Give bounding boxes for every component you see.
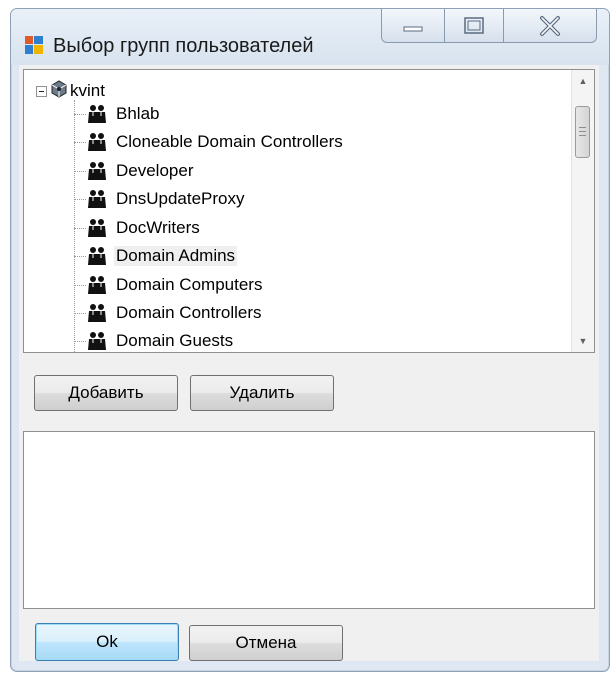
tree-item-label: DnsUpdateProxy (116, 189, 245, 208)
close-button[interactable] (503, 9, 597, 43)
tree-connector (74, 341, 86, 342)
tree-root-label: kvint (70, 81, 105, 100)
tree-item-label: Domain Admins (114, 246, 238, 266)
tree-connector (74, 171, 86, 172)
close-icon (540, 16, 560, 36)
dialog-window: Выбор групп пользователей kvint Bhlab Cl… (10, 8, 610, 672)
user-group-icon (88, 190, 106, 208)
window-title: Выбор групп пользователей (53, 35, 314, 57)
tree-item-label: Bhlab (116, 104, 160, 123)
maximize-button[interactable] (444, 9, 504, 43)
user-group-icon (88, 247, 106, 265)
tree-connector (74, 256, 86, 257)
user-group-icon (88, 162, 106, 180)
user-group-icon (88, 276, 106, 294)
user-group-icon (88, 133, 106, 151)
tree-connector (74, 285, 86, 286)
tree-item-label: Domain Computers (116, 275, 263, 294)
user-group-icon (88, 219, 106, 237)
tree-connector (74, 142, 86, 143)
tree-connector (74, 313, 86, 314)
ok-button[interactable]: Ok (35, 623, 179, 661)
user-group-icon (88, 105, 106, 123)
add-button[interactable]: Добавить (34, 375, 178, 411)
tree-connector (74, 199, 86, 200)
maximize-icon (464, 17, 484, 34)
tree-connector (74, 228, 86, 229)
user-group-icon (88, 304, 106, 322)
minimize-button[interactable] (381, 9, 445, 43)
tree-item-label: DocWriters (116, 218, 200, 237)
collapse-icon[interactable] (36, 86, 47, 97)
scroll-thumb[interactable] (575, 106, 590, 158)
tree-item-label: Cloneable Domain Controllers (116, 132, 343, 151)
user-group-icon (88, 332, 106, 350)
tree-item-label: Domain Controllers (116, 303, 262, 322)
tree-guide-line (74, 100, 75, 352)
group-tree-view[interactable]: kvint Bhlab Cloneable Domain Controllers… (23, 69, 595, 353)
scroll-up-arrow-icon[interactable]: ▲ (572, 70, 594, 92)
tree-vertical-scrollbar[interactable]: ▲ ▼ (571, 70, 594, 352)
selected-groups-list[interactable] (23, 431, 595, 609)
scroll-down-arrow-icon[interactable]: ▼ (572, 330, 594, 352)
domain-icon (51, 80, 67, 98)
tree-connector (74, 114, 86, 115)
minimize-icon (403, 26, 423, 32)
remove-button[interactable]: Удалить (190, 375, 334, 411)
tree-item-label: Domain Guests (116, 331, 234, 350)
cancel-button[interactable]: Отмена (189, 625, 343, 661)
app-icon (25, 36, 43, 54)
dialog-client-area: kvint Bhlab Cloneable Domain Controllers… (19, 65, 599, 661)
tree-item-label: Developer (116, 161, 194, 180)
title-bar[interactable]: Выбор групп пользователей (11, 9, 609, 65)
